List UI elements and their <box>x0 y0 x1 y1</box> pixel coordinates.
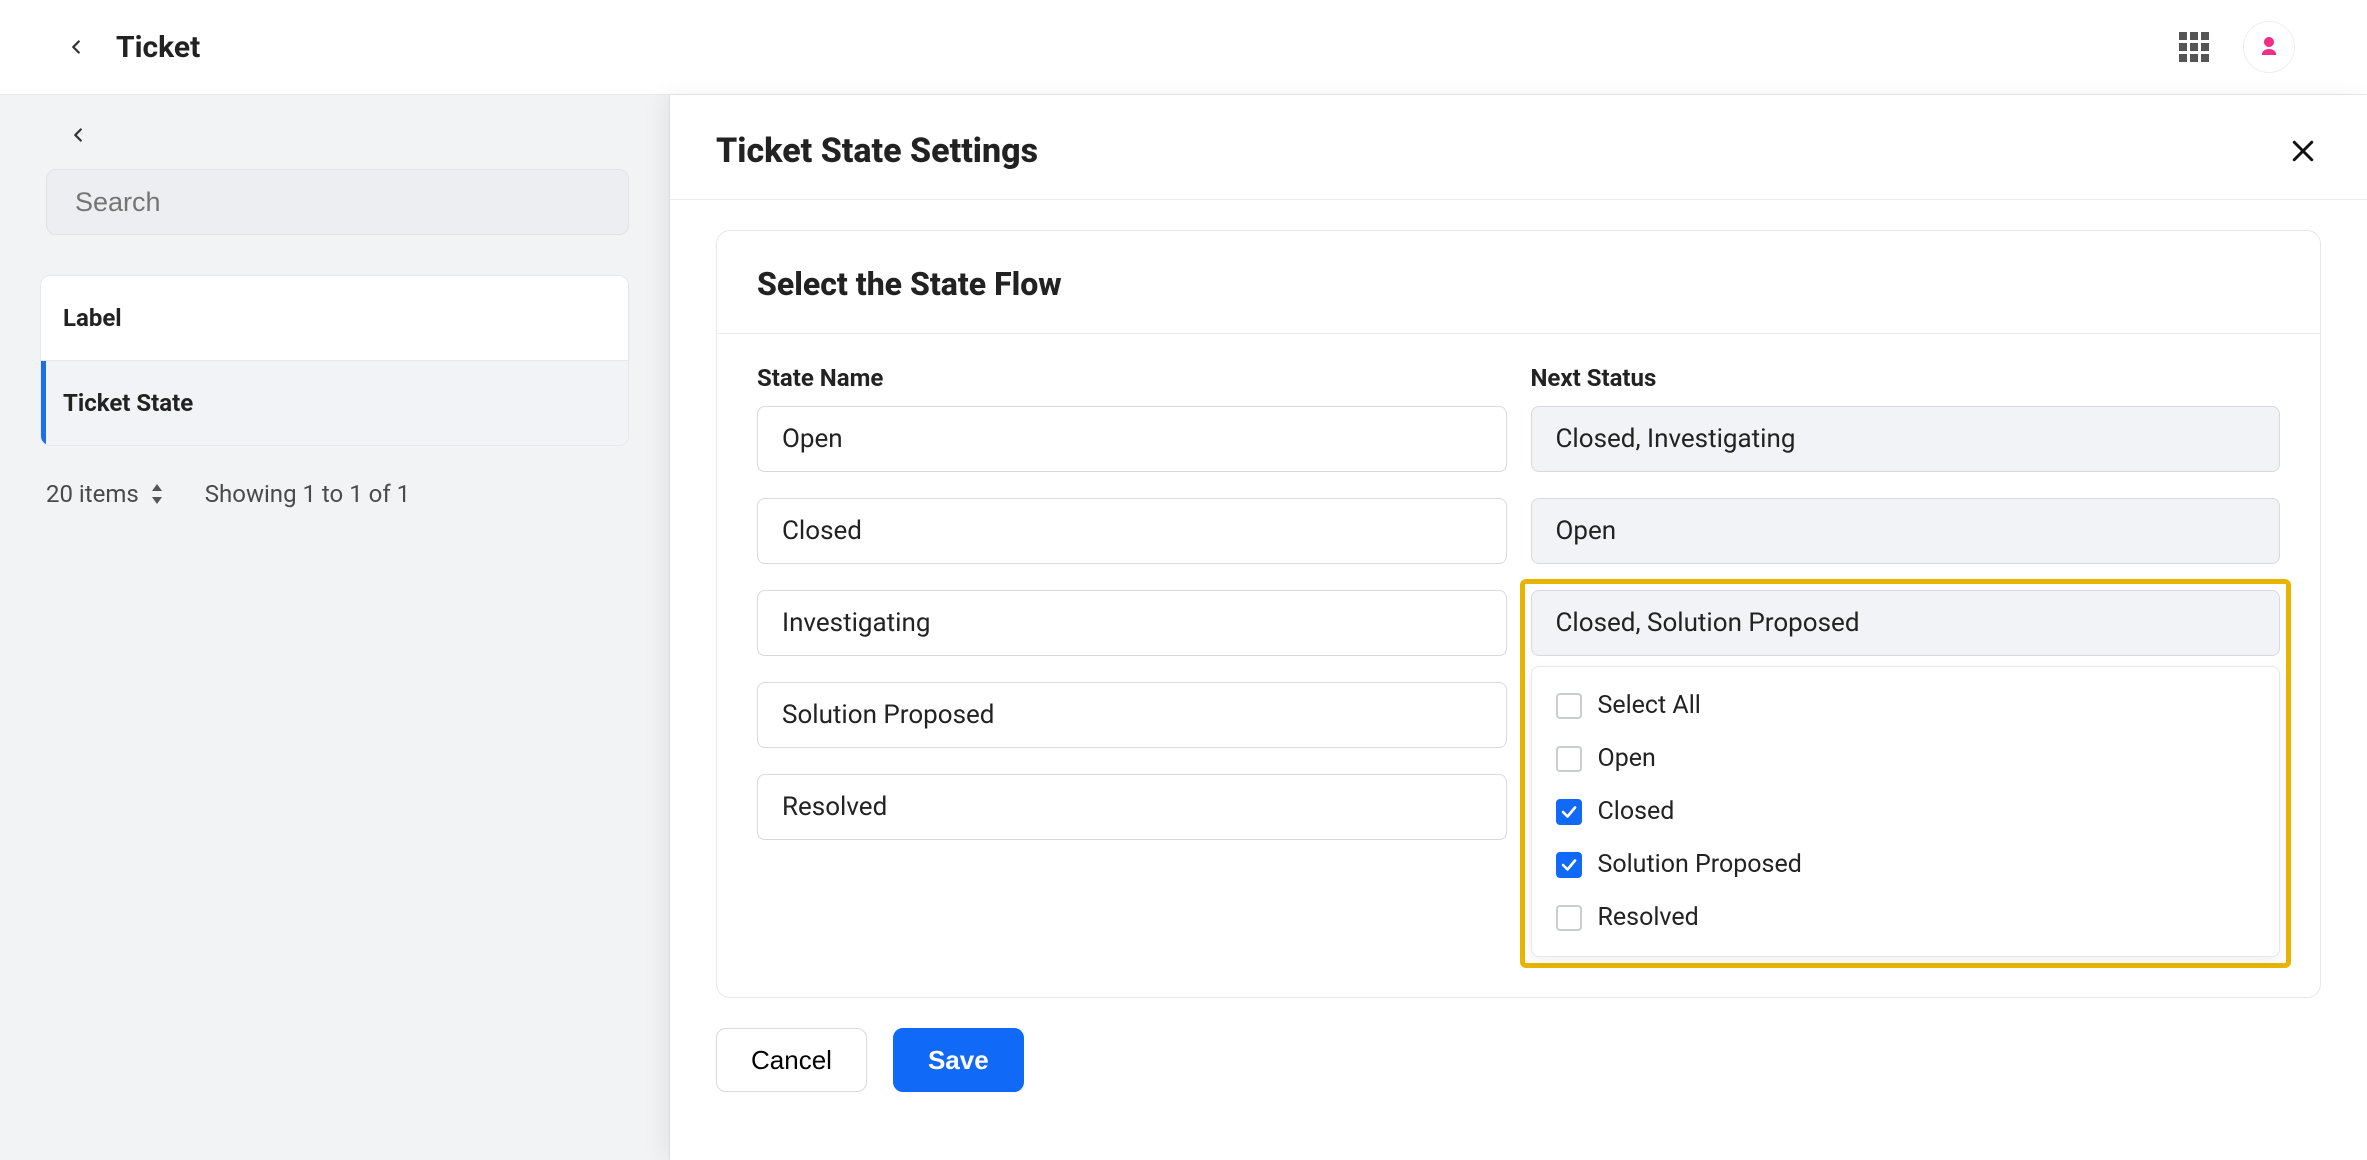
close-button[interactable] <box>2285 133 2321 169</box>
dropdown-option[interactable]: Resolved <box>1532 891 2280 944</box>
page-title: Ticket <box>116 30 200 65</box>
state-name-field[interactable]: Closed <box>757 498 1507 564</box>
state-name-value: Open <box>782 424 843 454</box>
dropdown-option-label: Open <box>1598 744 1656 773</box>
checkbox-icon <box>1556 746 1582 772</box>
card-title: Select the State Flow <box>717 231 2320 334</box>
dropdown-option[interactable]: Open <box>1532 732 2280 785</box>
dropdown-option-label: Solution Proposed <box>1598 850 1802 879</box>
dropdown-option-label: Closed <box>1598 797 1675 826</box>
state-name-value: Resolved <box>782 792 887 822</box>
state-name-field[interactable]: Investigating <box>757 590 1507 656</box>
close-icon <box>2288 136 2318 166</box>
dropdown-option[interactable]: Closed <box>1532 785 2280 838</box>
checkbox-icon <box>1556 693 1582 719</box>
state-name-field[interactable]: Open <box>757 406 1507 472</box>
panel-header: Ticket State Settings <box>670 95 2367 200</box>
dropdown-option-label: Resolved <box>1598 903 1699 932</box>
sort-icon <box>149 484 165 504</box>
state-name-field[interactable]: Solution Proposed <box>757 682 1507 748</box>
next-status-dropdown-highlight: Closed, Solution Proposed Select All <box>1531 590 2281 957</box>
topbar: Ticket <box>0 0 2367 95</box>
items-list-header: Label <box>41 276 628 361</box>
next-status-dropdown: Select All Open <box>1531 666 2281 957</box>
cancel-button[interactable]: Cancel <box>716 1028 867 1092</box>
next-status-field-active[interactable]: Closed, Solution Proposed <box>1531 590 2281 656</box>
checkbox-checked-icon <box>1556 799 1582 825</box>
panel-footer: Cancel Save <box>670 998 2367 1122</box>
items-list: Label Ticket State <box>40 275 629 446</box>
settings-panel: Ticket State Settings Select the State F… <box>670 95 2367 1160</box>
next-status-field[interactable]: Open <box>1531 498 2281 564</box>
dropdown-option-select-all[interactable]: Select All <box>1532 679 2280 732</box>
column-header-next-status: Next Status <box>1531 364 2281 406</box>
page-size-label: 20 items <box>46 480 139 508</box>
state-name-value: Closed <box>782 516 862 546</box>
chevron-left-icon <box>67 124 89 146</box>
page-size[interactable]: 20 items <box>46 480 165 508</box>
back-button[interactable] <box>60 31 92 63</box>
save-button[interactable]: Save <box>893 1028 1024 1092</box>
items-list-footer: 20 items Showing 1 to 1 of 1 <box>0 446 669 542</box>
items-list-item[interactable]: Ticket State <box>41 361 628 445</box>
state-name-field[interactable]: Resolved <box>757 774 1507 840</box>
showing-label: Showing 1 to 1 of 1 <box>205 480 410 508</box>
state-flow-card: Select the State Flow State Name Open Cl… <box>716 230 2321 998</box>
next-status-value: Closed, Solution Proposed <box>1556 608 1860 638</box>
chevron-left-icon <box>65 36 87 58</box>
apps-icon[interactable] <box>2179 32 2209 62</box>
state-name-value: Investigating <box>782 608 930 638</box>
next-status-value: Closed, Investigating <box>1556 424 1796 454</box>
topbar-right <box>2179 21 2307 73</box>
left-column: Label Ticket State 20 items Showing 1 to… <box>0 95 670 1160</box>
search-input[interactable] <box>46 169 629 235</box>
column-header-state-name: State Name <box>757 364 1507 406</box>
next-status-value: Open <box>1556 516 1617 546</box>
dropdown-option-label: Select All <box>1598 691 1701 720</box>
dropdown-option[interactable]: Solution Proposed <box>1532 838 2280 891</box>
left-back-button[interactable] <box>62 119 94 151</box>
avatar[interactable] <box>2243 21 2295 73</box>
checkbox-icon <box>1556 905 1582 931</box>
panel-title: Ticket State Settings <box>716 131 1038 171</box>
user-icon <box>2257 35 2281 59</box>
checkbox-checked-icon <box>1556 852 1582 878</box>
next-status-field[interactable]: Closed, Investigating <box>1531 406 2281 472</box>
state-name-value: Solution Proposed <box>782 700 994 730</box>
